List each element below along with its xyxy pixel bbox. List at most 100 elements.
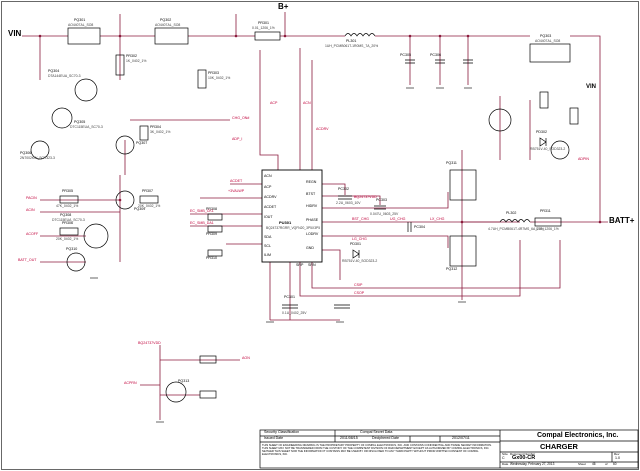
comp-val: 47K_0402_1% xyxy=(56,204,79,208)
net-lg-chg: LG_CHG xyxy=(352,237,367,241)
resistor-pr305 xyxy=(59,195,79,204)
net-adpin: ADPIN xyxy=(578,157,589,161)
comp-ref: PR305 xyxy=(62,189,73,193)
chip-pin-left: ACN xyxy=(264,174,272,178)
comp-val: 10K_0402_1% xyxy=(208,76,231,80)
net-csop: CSOP xyxy=(354,291,365,295)
tb-deciphered-label: Deciphered Date xyxy=(372,436,399,440)
wire-lodrv xyxy=(322,235,449,248)
net-bq-vdd: BQ24737VDD xyxy=(354,195,377,199)
resistor-pr303 xyxy=(197,69,207,89)
comp-ref: PR311 xyxy=(540,209,551,213)
mosfet-pq302 xyxy=(154,27,189,45)
resistor-right-a xyxy=(539,91,549,109)
comp-val: 0.01_1206_1% xyxy=(536,227,559,231)
comp-ref: PQ313 xyxy=(178,379,190,383)
wire-to-right-vin xyxy=(570,35,601,72)
comp-val: 0.01_1206_1% xyxy=(252,26,275,30)
net-acn: ACN xyxy=(303,101,311,105)
tb-doc-value: Gx00-CR xyxy=(512,455,536,461)
wire-acp xyxy=(259,50,279,170)
comp-val: AO4407AL_SO8 xyxy=(155,23,181,27)
comp-val: RB751V-40_SOD323-2 xyxy=(530,147,566,151)
mosfet-pq301 xyxy=(67,27,101,45)
tb-issued-value: 2011/08/15 xyxy=(340,436,358,440)
tb-notice: THIS SHEET OF ENGINEERING DRAWING IS THE… xyxy=(262,444,492,457)
net-acin: ACIN xyxy=(26,208,35,212)
chip-ref: PU301 xyxy=(279,220,292,225)
comp-ref: PR310 xyxy=(206,256,217,260)
comp-ref: PC306 xyxy=(430,53,441,57)
comp-ref: PR307 xyxy=(142,189,153,193)
comp-ref: PC304 xyxy=(414,225,425,229)
tb-security-value: Compal Secret Data xyxy=(360,430,393,434)
chip-part: BQ24737RGRR_VQFN20_3P5X3P5 xyxy=(266,226,321,230)
rail-bplus-label: B+ xyxy=(278,2,289,11)
comp-val: 1UH_PCMB061T-1R0MS_7A_20% xyxy=(325,44,379,48)
cap-pc303 xyxy=(374,205,386,210)
net-aon: AON xyxy=(242,356,250,360)
tb-date-value: Wednesday, February 27, 2013 xyxy=(510,462,555,466)
junction xyxy=(234,34,238,38)
tb-issued-label: Issued Date xyxy=(264,436,284,440)
net-lx-chg: LX_CHG xyxy=(430,217,445,221)
comp-ref: PQ310 xyxy=(66,247,78,251)
resistor-bl-r2 xyxy=(199,390,217,399)
tb-title: CHARGER xyxy=(540,442,578,451)
comp-ref: PQ307 xyxy=(136,141,148,145)
rail-batt-label: BATT+ xyxy=(609,216,635,225)
chip-pin-left: ACDRV xyxy=(264,195,277,199)
tb-deciphered-value: 2012/07/11 xyxy=(452,436,470,440)
chip-pin-right: PHASE xyxy=(306,218,319,222)
net-adp-i: ADP_I xyxy=(232,137,243,141)
chip-pin-right: HIDRV xyxy=(306,204,318,208)
comp-ref: PC303 xyxy=(376,198,387,202)
resistor-pr301 xyxy=(254,31,281,41)
schematic-sheet xyxy=(1,1,639,470)
tb-of-value: 60 xyxy=(613,462,617,466)
chip-pin-left: ILIM xyxy=(264,253,271,257)
junction xyxy=(283,34,287,38)
net-pacin: PACIN xyxy=(26,196,37,200)
components xyxy=(30,27,579,403)
net-bst-chg: BST_CHG xyxy=(352,217,369,221)
cap-pc302 xyxy=(338,195,352,200)
mosfet-pq303 xyxy=(529,43,571,63)
net-chg-on: CHG_ON# xyxy=(232,116,250,120)
resistor-pr308 xyxy=(207,213,223,221)
tb-size-value: C xyxy=(502,456,505,460)
transistor-pq304 xyxy=(74,78,98,102)
comp-val: 2N7002KW_SOT323-3 xyxy=(20,156,55,160)
comp-val: RB751V-40_SOD323-2 xyxy=(342,259,378,263)
comp-val: 20K_0402_1% xyxy=(56,237,79,241)
comp-ref: PC305 xyxy=(400,53,411,57)
resistor-pr306 xyxy=(59,227,79,236)
comp-val: 3K_0402_1% xyxy=(150,130,171,134)
chip-pin-right: REGN xyxy=(306,180,317,184)
chip-pin-right: SRN xyxy=(308,263,316,267)
comp-ref: PQ311 xyxy=(446,161,457,165)
comp-val: 1K_0402_1% xyxy=(126,59,147,63)
comp-ref: PD302 xyxy=(536,130,547,134)
comp-ref: PL302 xyxy=(506,211,517,215)
junction xyxy=(118,34,122,38)
net-ec-smb-ck1: EC_SMB_CK1 xyxy=(190,209,214,213)
chip-pin-left: SCL xyxy=(264,244,271,248)
mosfet-pq311 xyxy=(449,169,477,201)
comp-ref: PQ309 xyxy=(134,207,146,211)
net-batt-out: BATT_OUT xyxy=(18,258,37,262)
comp-val: DTA144EUA_SC70-3 xyxy=(48,74,81,78)
junction xyxy=(118,198,122,202)
junction xyxy=(466,34,470,38)
net-csip: CSIP xyxy=(354,283,363,287)
cap-pc304 xyxy=(407,222,412,232)
comp-ref: PD301 xyxy=(350,242,361,246)
comp-val: DTC115EUA_SC70-3 xyxy=(52,218,85,222)
comp-val: AO4407AL_SO8 xyxy=(68,23,94,27)
chip-pin-left: ACDET xyxy=(264,205,277,209)
junction xyxy=(408,34,412,38)
net-acdrv: ACDRV xyxy=(316,127,329,131)
junction xyxy=(460,220,464,224)
tb-date-label: Date xyxy=(502,462,509,466)
net-acdet: ACDET xyxy=(230,179,243,183)
